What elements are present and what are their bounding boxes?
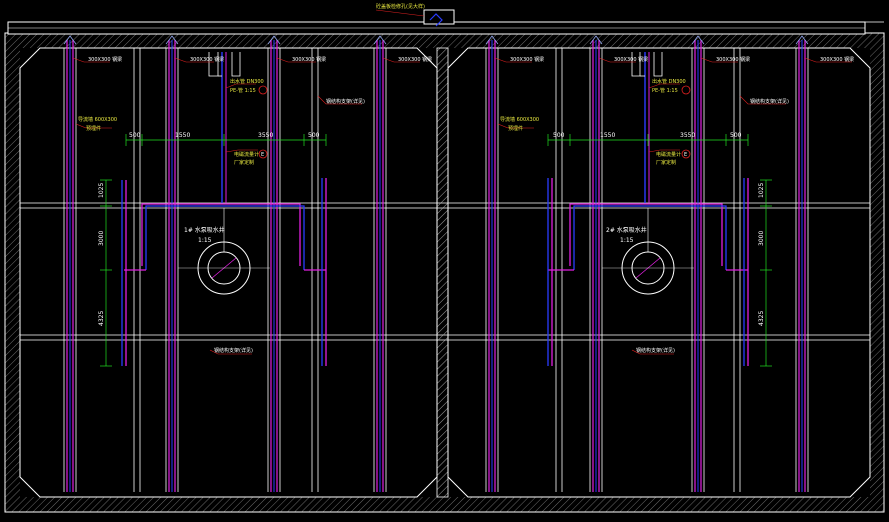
right-dim-top-3: 3550 xyxy=(680,132,695,139)
right-label-top-1: 300X300 钢梁 xyxy=(510,56,544,63)
left-dim-top-1: 500 xyxy=(129,132,141,139)
right-dim-top-1: 500 xyxy=(553,132,565,139)
right-well-sublabel: 1:15 xyxy=(620,237,634,244)
right-label-top-4: 300X300 钢梁 xyxy=(820,56,854,63)
pump-well-plan-drawing: 砼盖板检修孔(见大样) 500 1550 3550 500 1025 3000 … xyxy=(4,3,885,513)
left-valve-marker-text: E xyxy=(261,152,264,158)
right-dim-side-2: 3000 xyxy=(758,231,765,246)
right-well-label: 2# 水泵吸水井 xyxy=(606,226,647,234)
left-well-label: 1# 水泵吸水井 xyxy=(184,226,225,234)
right-valve-note-2: 厂家定制 xyxy=(656,159,676,166)
right-dim-side-3: 4325 xyxy=(758,311,765,326)
top-hatch-leader xyxy=(375,9,425,17)
right-dim-top-2: 1550 xyxy=(600,132,615,139)
right-pipe-note-2: PE-管 1:15 xyxy=(652,87,678,94)
right-valve-marker-text: E xyxy=(684,152,687,158)
left-chamber-outline xyxy=(19,47,438,498)
center-dividing-wall xyxy=(436,47,449,498)
left-label-top-2: 300X300 钢梁 xyxy=(190,56,224,63)
right-left-note-2: 预埋件 xyxy=(508,125,523,132)
left-dim-side-2: 3000 xyxy=(98,231,105,246)
cad-drawing-canvas: 砼盖板检修孔(见大样) 500 1550 3550 500 1025 3000 … xyxy=(0,0,889,522)
right-beam-note: 钢结构支架(详见) xyxy=(750,98,789,105)
left-dim-top-2: 1550 xyxy=(175,132,190,139)
left-well-sublabel: 1:15 xyxy=(198,237,212,244)
right-left-note: 导流墙 600X300 xyxy=(500,116,539,123)
left-pipe-note: 出水管 DN300 xyxy=(230,78,264,85)
right-dim-side-1: 1025 xyxy=(758,183,765,198)
top-hatch-label: 砼盖板检修孔(见大样) xyxy=(376,3,425,10)
right-bottom-note: 钢结构支架(详见) xyxy=(636,347,675,354)
right-valve-note: 电磁流量计 xyxy=(656,151,681,158)
left-dim-side-1: 1025 xyxy=(98,183,105,198)
left-pipe-note-2: PE-管 1:15 xyxy=(230,87,256,94)
left-left-note: 导流墙 600X300 xyxy=(78,116,117,123)
left-label-top-4: 300X300 钢梁 xyxy=(398,56,432,63)
left-left-note-2: 预埋件 xyxy=(86,125,101,132)
left-beam-note: 钢结构支架(详见) xyxy=(326,98,365,105)
right-label-top-2: 300X300 钢梁 xyxy=(614,56,648,63)
right-dim-top-4: 500 xyxy=(730,132,742,139)
left-valve-note: 电磁流量计 xyxy=(234,151,259,158)
left-dim-top-4: 500 xyxy=(308,132,320,139)
left-dim-top-3: 3550 xyxy=(258,132,273,139)
left-label-top-3: 300X300 钢梁 xyxy=(292,56,326,63)
right-label-top-3: 300X300 钢梁 xyxy=(716,56,750,63)
left-label-top-1: 300X300 钢梁 xyxy=(88,56,122,63)
left-valve-note-2: 厂家定制 xyxy=(234,159,254,166)
right-pipe-note: 出水管 DN300 xyxy=(652,78,686,85)
left-dim-side-3: 4325 xyxy=(98,311,105,326)
left-bottom-note: 钢结构支架(详见) xyxy=(214,347,253,354)
right-chamber-outline xyxy=(447,47,871,498)
